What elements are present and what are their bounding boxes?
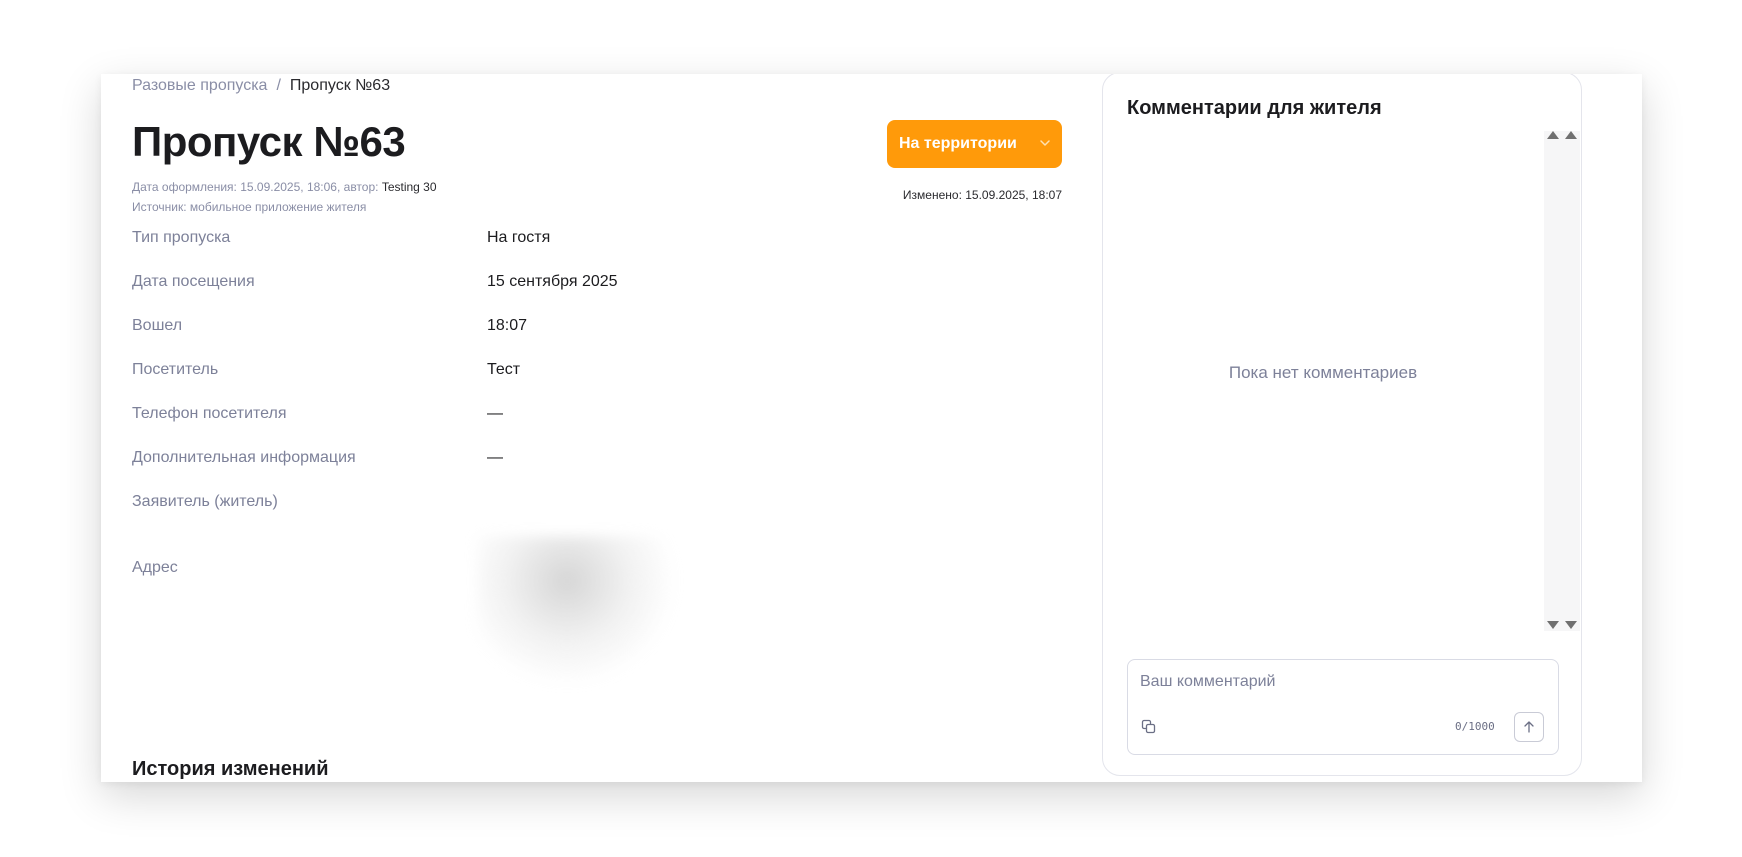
scroll-down-arrow-icon[interactable] [1547, 621, 1559, 629]
pass-details-panel: Разовые пропуска / Пропуск №63 Пропуск №63… [132, 74, 1062, 782]
comment-composer: 0/1000 [1127, 659, 1559, 755]
detail-row-additional-info: Дополнительная информация — [132, 446, 1062, 470]
breadcrumb-link-one-time-passes[interactable]: Разовые пропуска [132, 77, 267, 94]
author-name: Testing 30 [381, 180, 437, 194]
comments-empty-state: Пока нет комментариев [1228, 363, 1418, 382]
detail-value: 15 сентября 2025 [487, 273, 618, 290]
page-title: Пропуск №63 [132, 118, 406, 165]
copy-icon[interactable] [1140, 718, 1158, 736]
comments-title: Комментарии для жителя [1127, 97, 1382, 119]
comments-panel: Комментарии для жителя Пока нет коммента… [1102, 74, 1582, 776]
detail-label: Адрес [132, 559, 178, 576]
pass-card: Разовые пропуска / Пропуск №63 Пропуск №63… [101, 74, 1642, 782]
arrow-up-icon [1524, 721, 1534, 733]
comment-input[interactable] [1140, 670, 1540, 694]
status-label: На территории [899, 135, 1017, 152]
send-comment-button[interactable] [1514, 712, 1544, 742]
detail-label: Дополнительная информация [132, 449, 356, 466]
history-title: История изменений [132, 758, 329, 780]
source-meta: Источник: мобильное приложение жителя [132, 200, 367, 214]
created-meta: Дата оформления: 15.09.2025, 18:06, авто… [132, 179, 437, 195]
detail-value: — [487, 449, 503, 466]
changed-meta: Изменено: 15.09.2025, 18:07 [902, 188, 1062, 202]
detail-label: Дата посещения [132, 273, 255, 290]
detail-row-visit-date: Дата посещения 15 сентября 2025 [132, 270, 1062, 294]
detail-row-pass-type: Тип пропуска На гостя [132, 226, 1062, 250]
breadcrumb-current: Пропуск №63 [289, 77, 391, 94]
detail-row-applicant: Заявитель (житель) [132, 490, 1062, 514]
detail-value: — [487, 405, 503, 422]
status-dropdown-button[interactable]: На территории [887, 120, 1062, 168]
char-counter: 0/1000 [1455, 720, 1495, 733]
detail-row-visitor: Посетитель Тест [132, 358, 1062, 382]
detail-value: 18:07 [487, 317, 528, 334]
detail-label: Тип пропуска [132, 229, 231, 246]
scroll-up-arrow-icon[interactable] [1547, 131, 1559, 139]
detail-label: Вошел [132, 317, 183, 334]
detail-row-entered: Вошел 18:07 [132, 314, 1062, 338]
detail-value: Тест [487, 361, 521, 378]
detail-label: Заявитель (житель) [132, 493, 278, 510]
breadcrumb-separator: / [276, 77, 281, 94]
redacted-applicant-block [477, 536, 677, 686]
detail-value: На гостя [487, 229, 551, 246]
created-label: Дата оформления: 15.09.2025, 18:06, авто… [132, 180, 379, 194]
chevron-down-icon [1040, 140, 1050, 146]
detail-label: Посетитель [132, 361, 219, 378]
breadcrumb: Разовые пропуска / Пропуск №63 [132, 76, 390, 96]
detail-label: Телефон посетителя [132, 405, 287, 422]
comments-scrollbar[interactable] [1544, 131, 1580, 631]
detail-row-visitor-phone: Телефон посетителя — [132, 402, 1062, 426]
scroll-up-arrow-icon[interactable] [1565, 131, 1577, 139]
scroll-down-arrow-icon[interactable] [1565, 621, 1577, 629]
